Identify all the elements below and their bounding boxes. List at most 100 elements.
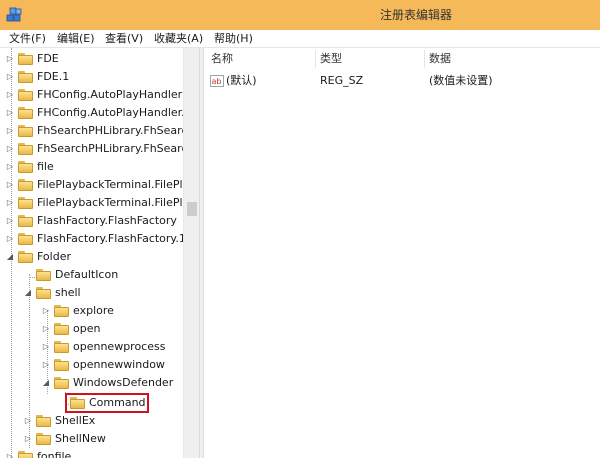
tree-item-label: WindowsDefender — [73, 376, 174, 389]
window-title: 注册表编辑器 — [380, 8, 453, 22]
tree-item-label: FilePlaybackTerminal.FilePlaybackTermina… — [37, 196, 199, 209]
folder-icon — [18, 451, 33, 458]
tree-item-label: FDE.1 — [37, 70, 70, 83]
tree-item-fhconfig-1[interactable]: ▷ FHConfig.AutoPlayHandler.1 — [0, 104, 192, 122]
tree-item-label: FlashFactory.FlashFactory — [37, 214, 177, 227]
expand-arrow-icon[interactable]: ▷ — [23, 412, 33, 430]
value-type: REG_SZ — [320, 74, 364, 87]
tree-item-opennewwindow[interactable]: ▷ opennewwindow — [0, 356, 183, 374]
expand-arrow-icon[interactable]: ▷ — [5, 68, 15, 86]
collapse-arrow-icon[interactable]: ◢ — [23, 284, 33, 302]
string-value-icon: ab — [210, 75, 224, 87]
tree-item-fde-1[interactable]: ▷ FDE.1 — [0, 68, 183, 86]
tree-item-label: FilePlaybackTerminal.FilePlaybackTermina… — [37, 178, 199, 191]
expand-arrow-icon[interactable]: ▷ — [5, 86, 15, 104]
expand-arrow-icon[interactable]: ▷ — [5, 50, 15, 68]
folder-icon — [18, 197, 33, 209]
title-bar: 注册表编辑器 — [0, 0, 600, 30]
folder-icon — [36, 433, 51, 445]
registry-tree[interactable]: ▷ FDE ▷ FDE.1 ▷ FHConfig.AutoPlayHandler… — [0, 48, 199, 458]
tree-item-shellnew[interactable]: ▷ ShellNew — [0, 430, 183, 448]
expand-arrow-icon[interactable]: ▷ — [41, 356, 51, 374]
folder-icon — [54, 323, 69, 335]
tree-item-label: explore — [73, 304, 114, 317]
svg-text:ab: ab — [212, 77, 222, 86]
tree-item-folder[interactable]: ◢ Folder — [0, 248, 183, 266]
tree-item-label: open — [73, 322, 101, 335]
tree-item-fhconfig[interactable]: ▷ FHConfig.AutoPlayHandler — [0, 86, 183, 104]
expand-arrow-icon[interactable]: ▷ — [41, 320, 51, 338]
expand-arrow-icon[interactable]: ▷ — [5, 194, 15, 212]
folder-icon — [54, 359, 69, 371]
scrollbar-thumb[interactable] — [187, 202, 197, 216]
column-header-name[interactable]: 名称 — [207, 48, 315, 70]
folder-icon — [18, 179, 33, 191]
expand-arrow-icon[interactable]: ▷ — [41, 302, 51, 320]
expand-arrow-icon[interactable]: ▷ — [5, 448, 15, 458]
folder-icon — [36, 415, 51, 427]
tree-item-shell[interactable]: ◢ shell — [0, 284, 183, 302]
tree-item-label: DefaultIcon — [55, 268, 119, 281]
folder-icon — [70, 397, 85, 409]
tree-item-label: FDE — [37, 52, 59, 65]
tree-item-fhsearch-1[interactable]: ▷ FhSearchPHLibrary.FhSearchPHLibrary — [0, 140, 199, 158]
expand-arrow-icon[interactable]: ▷ — [41, 338, 51, 356]
tree-item-fhsearch[interactable]: ▷ FhSearchPHLibrary.FhSearchPHLibrary — [0, 122, 199, 140]
tree-item-label: shell — [55, 286, 81, 299]
menu-view[interactable]: 查看(V) — [103, 30, 145, 48]
tree-item-label: FhSearchPHLibrary.FhSearchPHLibrary — [37, 124, 199, 137]
menu-bar: 文件(F) 编辑(E) 查看(V) 收藏夹(A) 帮助(H) — [0, 30, 600, 48]
folder-icon — [18, 233, 33, 245]
tree-item-label: file — [37, 160, 54, 173]
folder-icon — [18, 107, 33, 119]
tree-item-label: Folder — [37, 250, 71, 263]
expand-arrow-icon[interactable]: ▷ — [5, 104, 15, 122]
expand-arrow-icon[interactable]: ▷ — [5, 176, 15, 194]
menu-help[interactable]: 帮助(H) — [212, 30, 255, 48]
tree-item-flashfactory-1[interactable]: ▷ FlashFactory.FlashFactory.1 — [0, 230, 186, 248]
column-header-data[interactable]: 数据 — [425, 48, 595, 70]
tree-item-fileplayback[interactable]: ▷ FilePlaybackTerminal.FilePlaybackTermi… — [0, 176, 199, 194]
tree-item-label: Command — [89, 396, 146, 409]
folder-open-icon — [18, 251, 33, 263]
values-list[interactable]: 名称 类型 数据 ab (默认) REG_SZ (数值未设置) — [204, 48, 600, 458]
tree-scrollbar[interactable] — [183, 48, 199, 458]
tree-item-fileplayback-1[interactable]: ▷ FilePlaybackTerminal.FilePlaybackTermi… — [0, 194, 199, 212]
tree-item-command[interactable]: Command — [0, 394, 183, 412]
expand-arrow-icon[interactable]: ▷ — [5, 122, 15, 140]
tree-item-file[interactable]: ▷ file — [0, 158, 183, 176]
expand-arrow-icon[interactable]: ▷ — [5, 230, 15, 248]
tree-item-label: opennewwindow — [73, 358, 165, 371]
folder-icon — [18, 125, 33, 137]
value-data: (数值未设置) — [429, 74, 493, 87]
tree-item-label: FHConfig.AutoPlayHandler.1 — [37, 106, 192, 119]
list-item[interactable]: ab (默认) REG_SZ (数值未设置) — [204, 72, 600, 90]
folder-icon — [18, 71, 33, 83]
collapse-arrow-icon[interactable]: ◢ — [5, 248, 15, 266]
folder-icon — [18, 161, 33, 173]
tree-item-label: fonfile — [37, 450, 72, 458]
menu-favorites[interactable]: 收藏夹(A) — [152, 30, 205, 48]
expand-arrow-icon[interactable]: ▷ — [5, 212, 15, 230]
folder-icon — [54, 305, 69, 317]
tree-item-defaulticon[interactable]: DefaultIcon — [0, 266, 183, 284]
expand-arrow-icon[interactable]: ▷ — [5, 158, 15, 176]
folder-icon — [18, 215, 33, 227]
folder-icon — [18, 143, 33, 155]
menu-edit[interactable]: 编辑(E) — [55, 30, 97, 48]
tree-item-flashfactory[interactable]: ▷ FlashFactory.FlashFactory — [0, 212, 183, 230]
expand-arrow-icon[interactable]: ▷ — [5, 140, 15, 158]
tree-item-fde[interactable]: ▷ FDE — [0, 50, 183, 68]
tree-item-windowsdefender[interactable]: ◢ WindowsDefender — [0, 374, 183, 392]
expand-arrow-icon[interactable]: ▷ — [23, 430, 33, 448]
tree-item-shellex[interactable]: ▷ ShellEx — [0, 412, 183, 430]
tree-item-opennewprocess[interactable]: ▷ opennewprocess — [0, 338, 183, 356]
collapse-arrow-icon[interactable]: ◢ — [41, 374, 51, 392]
tree-item-open[interactable]: ▷ open — [0, 320, 183, 338]
tree-item-fonfile[interactable]: ▷ fonfile — [0, 448, 183, 458]
folder-icon — [18, 53, 33, 65]
column-header-type[interactable]: 类型 — [316, 48, 424, 70]
tree-item-explore[interactable]: ▷ explore — [0, 302, 183, 320]
menu-file[interactable]: 文件(F) — [7, 30, 48, 48]
folder-icon — [54, 341, 69, 353]
